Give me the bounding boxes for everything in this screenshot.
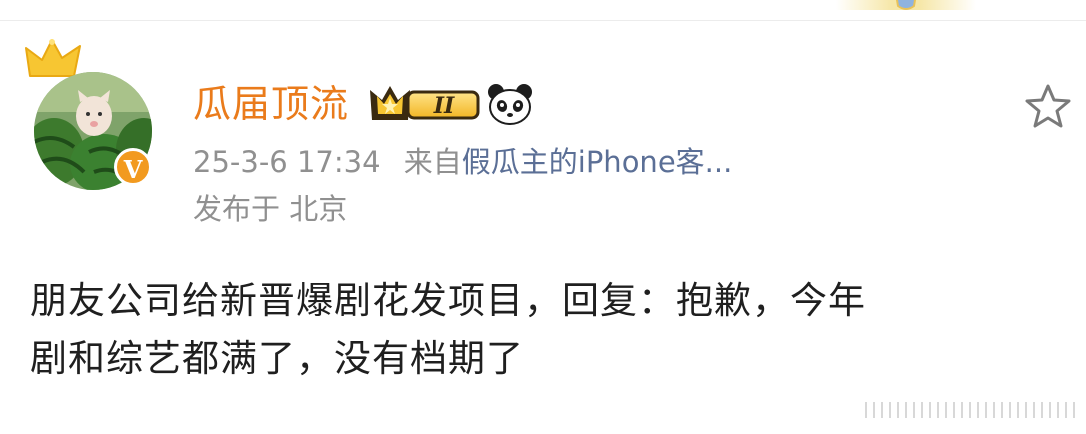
crown-level-badge-icon[interactable]: II [368,82,484,126]
watermark-overlay [860,396,1086,424]
post-timestamp: 25-3-6 17:34 [193,145,381,179]
post-source[interactable]: 假瓜主的iPhone客... [462,145,733,179]
post-content-line: 剧和综艺都满了，没有档期了 [30,337,524,380]
username[interactable]: 瓜届顶流 [193,80,349,128]
post-content-line: 朋友公司给新晋爆剧花发项目，回复：抱歉，今年 [30,279,866,322]
level-badge-label: II [433,93,455,119]
source-prefix: 来自 [403,145,462,179]
star-outline-icon[interactable] [1022,82,1074,130]
verified-badge: V [114,148,152,186]
previous-post-edge [0,0,1086,21]
post-location: 发布于 北京 [193,192,348,226]
post-content: 朋友公司给新晋爆剧花发项目，回复：抱歉，今年 剧和综艺都满了，没有档期了 [30,272,1070,388]
post-meta: 25-3-6 17:34 来自假瓜主的iPhone客... [193,143,732,181]
panda-icon [488,84,532,125]
user-avatar[interactable]: V [24,38,164,190]
top-badge-icon [836,0,976,10]
